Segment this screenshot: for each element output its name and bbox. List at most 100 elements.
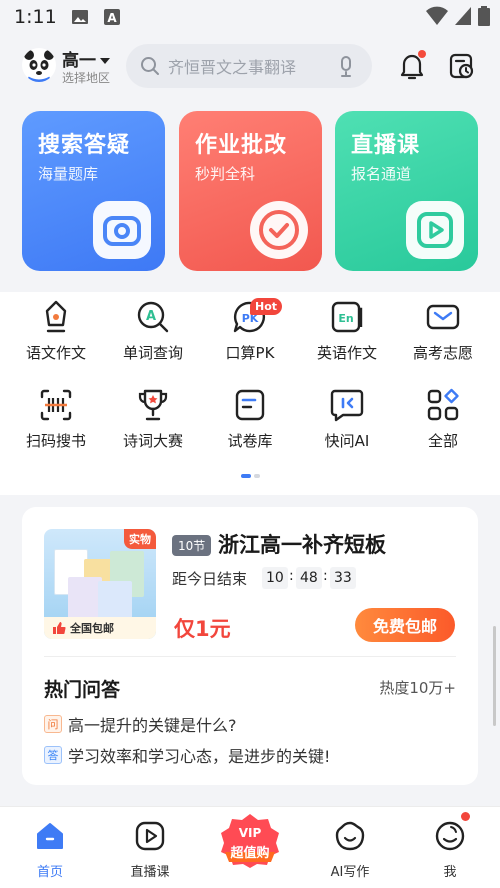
- word-search-icon: A: [134, 298, 172, 336]
- divider: [44, 656, 456, 657]
- notification-dot: [418, 50, 426, 58]
- me-icon: [433, 819, 467, 853]
- tool-label: 诗词大赛: [122, 432, 183, 450]
- english-icon: En: [328, 298, 366, 336]
- card-title: 作业批改: [195, 133, 288, 158]
- paper-icon: [231, 386, 269, 424]
- nav-me[interactable]: 我: [400, 807, 500, 880]
- tool-poetry-contest[interactable]: 诗词大赛: [103, 386, 203, 451]
- live-icon: [133, 819, 167, 853]
- hot-badge: Hot: [250, 298, 283, 315]
- homework-check-card[interactable]: 作业批改 秒判全科: [179, 111, 322, 271]
- promo-card[interactable]: 实物 全国包邮 10节 浙江高一补齐短板 距今日结束 10 : 48 : 33 …: [22, 507, 478, 785]
- notification-button[interactable]: [396, 50, 428, 82]
- camera-icon: [93, 201, 151, 259]
- nav-label: 直播课: [130, 865, 170, 880]
- free-shipping-button[interactable]: 免费包邮: [355, 608, 455, 642]
- status-time: 1:11: [14, 6, 57, 28]
- tool-scan-book[interactable]: 扫码搜书: [6, 386, 106, 451]
- nav-ai-write[interactable]: AI写作: [300, 807, 400, 880]
- card-title: 搜索答疑: [38, 133, 131, 158]
- tool-quick-ask-ai[interactable]: 快问AI: [297, 386, 397, 451]
- wifi-icon: [426, 6, 448, 25]
- countdown-minutes: 48: [296, 567, 322, 589]
- question-tag: 问: [44, 715, 62, 733]
- avatar[interactable]: [22, 48, 56, 82]
- qa-answer-row[interactable]: 答 学习效率和学习心态，是进步的关键!: [44, 743, 330, 767]
- mail-icon: [424, 298, 462, 336]
- font-a-icon: A: [103, 9, 120, 25]
- tool-label: 语文作文: [25, 344, 86, 362]
- live-course-card[interactable]: 直播课 报名通道: [335, 111, 478, 271]
- status-bar: 1:11 A: [0, 0, 500, 34]
- lesson-count-badge: 10节: [172, 535, 212, 556]
- page-dot: [254, 474, 260, 478]
- search-placeholder: 齐恒晋文之事翻译: [168, 58, 297, 77]
- tool-label: 快问AI: [324, 432, 370, 450]
- vip-deal-button[interactable]: VIP 超值购: [219, 812, 281, 868]
- tool-word-search[interactable]: A 单词查询: [103, 298, 203, 363]
- countdown-hours: 10: [262, 567, 288, 589]
- play-icon: [406, 201, 464, 259]
- tool-gaokao-volunteer[interactable]: 高考志愿: [393, 298, 493, 363]
- barcode-icon: [37, 386, 75, 424]
- answer-tag: 答: [44, 746, 62, 764]
- history-button[interactable]: [446, 50, 478, 82]
- grade-label: 高一: [62, 51, 96, 71]
- tool-all[interactable]: 全部: [393, 386, 493, 451]
- physical-tag: 实物: [124, 529, 156, 549]
- me-notification-dot: [461, 812, 470, 821]
- card-title: 直播课: [351, 133, 421, 158]
- tool-label: 单词查询: [122, 344, 183, 362]
- answer-text: 学习效率和学习心态，是进步的关键!: [68, 747, 331, 766]
- battery-icon: [478, 6, 490, 26]
- tool-chinese-essay[interactable]: 语文作文: [6, 298, 106, 363]
- grade-selector[interactable]: 高一: [62, 46, 110, 71]
- card-subtitle: 海量题库: [38, 165, 99, 183]
- free-shipping-strip: 全国包邮: [44, 617, 156, 639]
- countdown-label: 距今日结束: [172, 570, 248, 588]
- search-input[interactable]: 齐恒晋文之事翻译: [126, 44, 372, 88]
- grid-icon: [424, 386, 462, 424]
- nav-label: AI写作: [330, 865, 370, 880]
- scrollbar[interactable]: [493, 626, 496, 726]
- hot-qa-title: 热门问答: [44, 679, 121, 701]
- nav-label: 首页: [36, 865, 63, 880]
- region-selector[interactable]: 选择地区: [62, 69, 110, 86]
- tools-grid: 语文作文 A 单词查询 PK 口算PK En 英语作文 高考志愿 扫码搜书 诗词…: [0, 292, 500, 495]
- card-subtitle: 秒判全科: [195, 165, 256, 183]
- tool-label: 英语作文: [316, 344, 377, 362]
- trophy-icon: [134, 386, 172, 424]
- tool-label: 扫码搜书: [25, 432, 86, 450]
- qa-question-row[interactable]: 问 高一提升的关键是什么?: [44, 712, 237, 736]
- search-icon: [141, 57, 159, 75]
- page-indicator: [241, 474, 260, 478]
- panda-icon: [24, 50, 54, 82]
- tool-paper-library[interactable]: 试卷库: [200, 386, 300, 451]
- search-answer-card[interactable]: 搜索答疑 海量题库: [22, 111, 165, 271]
- tool-english-essay[interactable]: En 英语作文: [297, 298, 397, 363]
- countdown-separator: :: [289, 568, 294, 584]
- nav-home[interactable]: 首页: [0, 807, 100, 880]
- tool-label: 口算PK: [225, 344, 275, 362]
- vip-label: VIP: [238, 826, 262, 840]
- thumbs-up-icon: [53, 622, 66, 635]
- promo-title: 浙江高一补齐短板: [218, 533, 386, 557]
- svg-text:A: A: [107, 11, 117, 25]
- countdown-separator: :: [323, 568, 328, 584]
- tool-label: 全部: [427, 432, 458, 450]
- mic-icon[interactable]: [338, 56, 354, 78]
- vip-deal-label: 超值购: [230, 846, 270, 861]
- ai-chat-icon: [328, 386, 366, 424]
- tool-label: 高考志愿: [412, 344, 473, 362]
- pen-icon: [37, 298, 75, 336]
- caret-down-icon: [100, 58, 110, 64]
- page-dot-active: [241, 474, 251, 478]
- tool-label: 试卷库: [227, 432, 273, 450]
- card-subtitle: 报名通道: [351, 165, 412, 183]
- hot-qa-heat[interactable]: 热度10万+: [379, 677, 456, 698]
- history-icon: [449, 53, 474, 79]
- nav-live[interactable]: 直播课: [100, 807, 200, 880]
- question-text: 高一提升的关键是什么?: [68, 716, 237, 735]
- product-image: 实物 全国包邮: [44, 529, 156, 639]
